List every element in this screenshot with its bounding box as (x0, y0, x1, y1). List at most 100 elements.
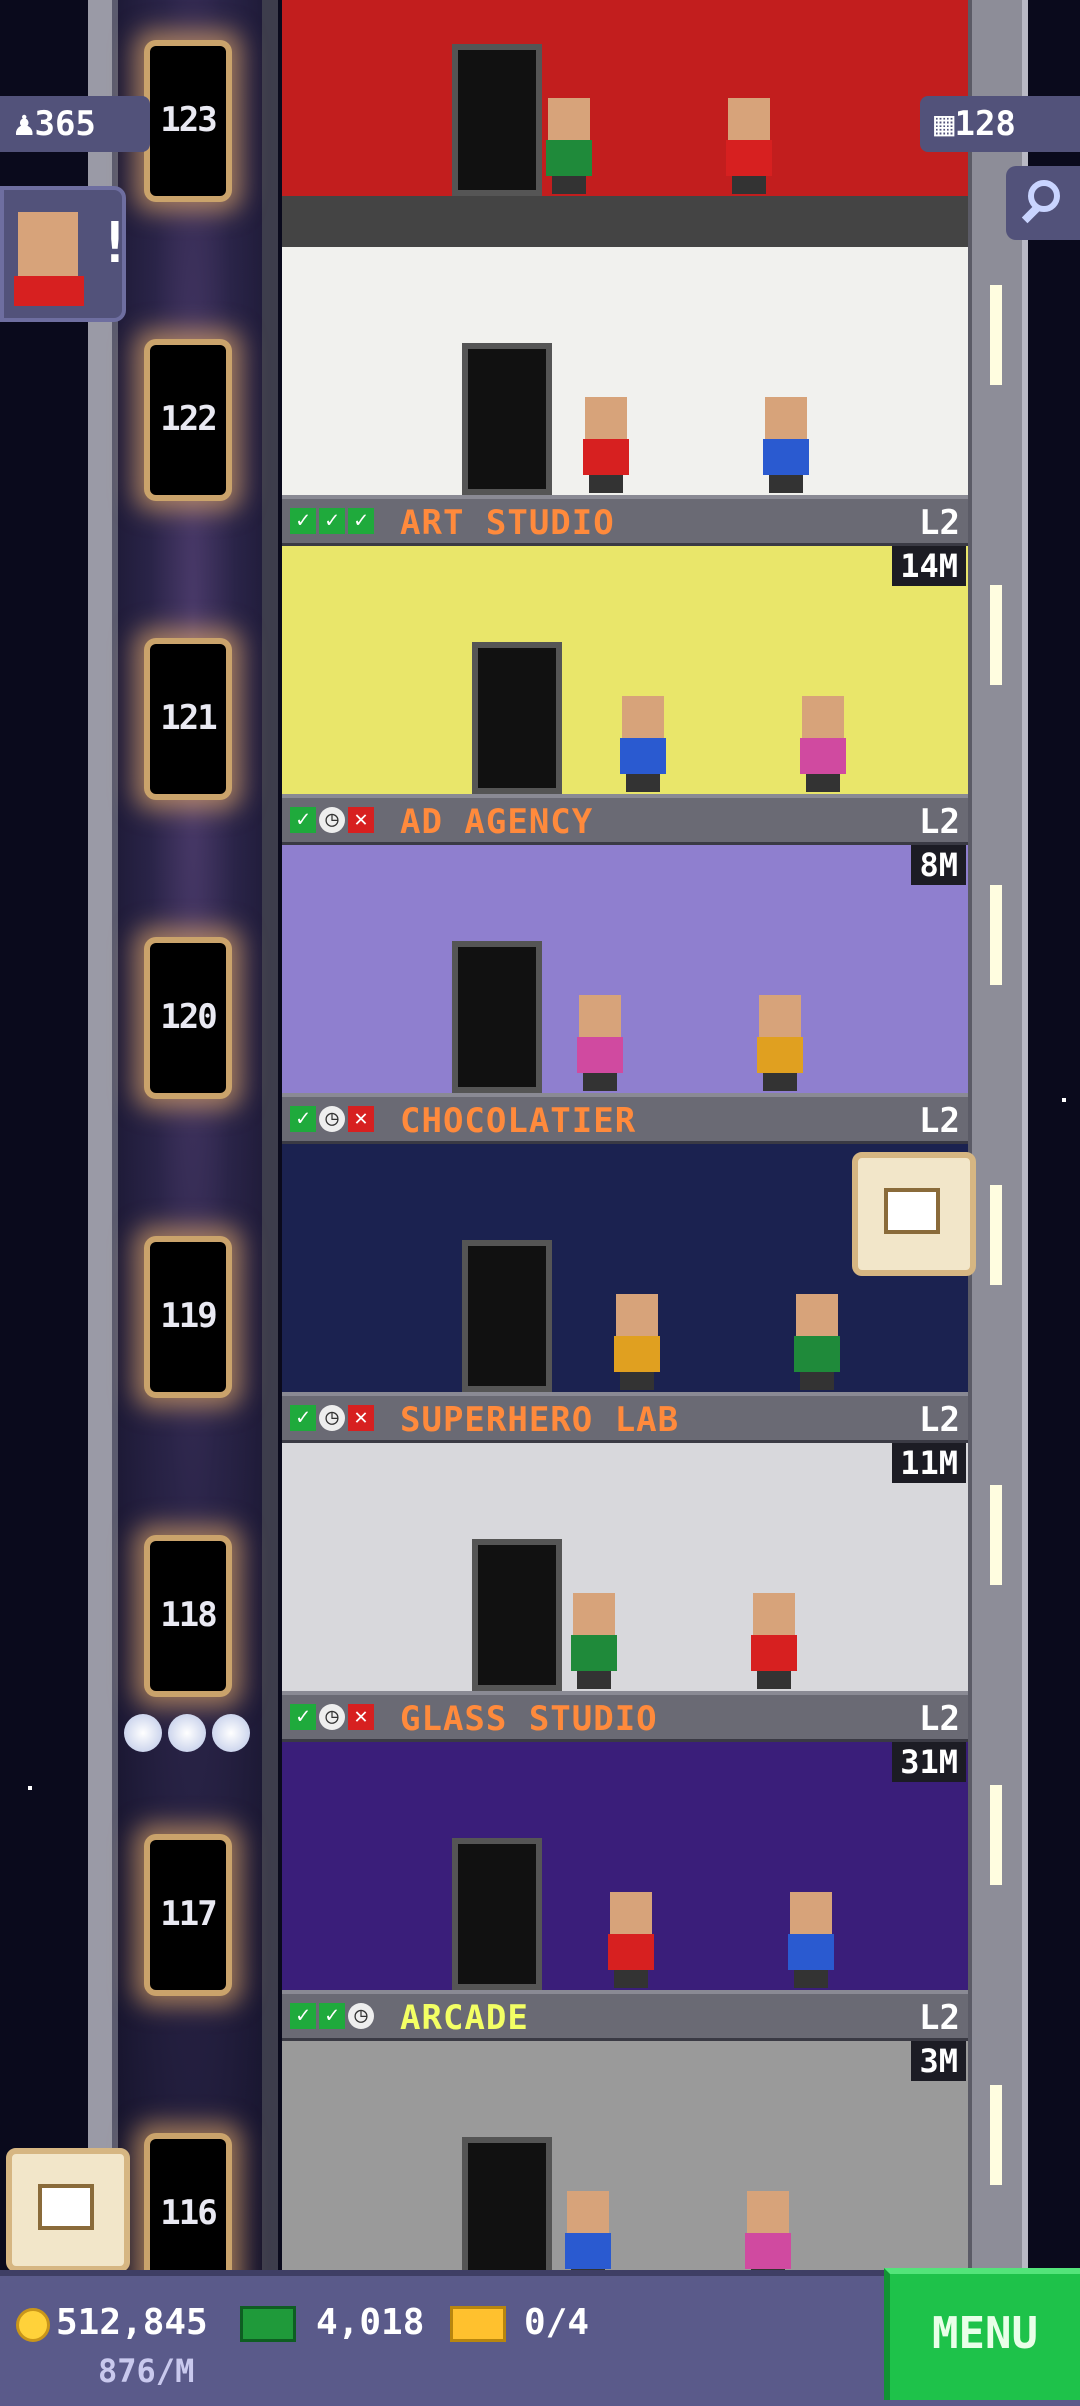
bitizen-legs (583, 1073, 617, 1091)
population-value: 365 (34, 104, 96, 144)
tower-light (990, 285, 1002, 385)
stock-status-indicators: ✓ ✓ ◷ (290, 2000, 374, 2032)
bux-icon[interactable] (240, 2306, 296, 2342)
floor-label-bar[interactable]: ✓ ◷ ✕ GLASS STUDIO L2 (282, 1691, 968, 1743)
elevator-floor-number: 120 (160, 997, 217, 1037)
magnifier-handle (1021, 204, 1041, 224)
floor-label-bar[interactable]: ✓ ◷ ✕ CHOCOLATIER L2 (282, 1093, 968, 1145)
bitizen-head (616, 1294, 658, 1336)
check-icon: ✓ (348, 508, 374, 534)
bitizen-head (747, 2191, 789, 2233)
floor-room[interactable] (282, 2041, 968, 2289)
build-crate-button[interactable] (6, 2148, 130, 2272)
floor[interactable] (282, 0, 968, 247)
bitizen-legs (589, 475, 623, 493)
check-icon: ✓ (290, 807, 316, 833)
bitizen[interactable] (567, 1593, 621, 1689)
bitizen[interactable] (579, 397, 633, 493)
coin-rate: 876/M (98, 2352, 195, 2390)
bitizen-body (757, 1037, 803, 1073)
floor-label-bar[interactable]: ✓ ✓ ✓ ART STUDIO L2 (282, 495, 968, 547)
bitizen[interactable] (753, 995, 807, 1091)
cross-icon: ✕ (348, 1405, 374, 1431)
bitizen[interactable] (573, 995, 627, 1091)
bitizen-body (614, 1336, 660, 1372)
floor-room[interactable] (282, 0, 968, 196)
floor[interactable]: ✓ ◷ ✕ CHOCOLATIER L2 8M (282, 845, 968, 1145)
star-icon (124, 1714, 162, 1752)
bitizen-legs (757, 1671, 791, 1689)
bitizen[interactable] (790, 1294, 844, 1390)
bitizen-body (745, 2233, 791, 2269)
floor[interactable]: ✓ ◷ ✕ AD AGENCY L2 14M (282, 546, 968, 846)
floor-room[interactable] (282, 1742, 968, 1990)
elevator-floor-number: 116 (160, 2193, 217, 2233)
star (28, 1786, 32, 1790)
floor-label-bar[interactable]: ✓ ◷ ✕ SUPERHERO LAB L2 (282, 1392, 968, 1444)
bitizen-body (577, 1037, 623, 1073)
bitizen-head (796, 1294, 838, 1336)
floor[interactable]: ✓ ✓ ◷ ARCADE L2 31M (282, 1742, 968, 2042)
bitizen-head (579, 995, 621, 1037)
person-icon: ♟ (14, 104, 35, 144)
floor-room[interactable] (282, 247, 968, 495)
floor-counter[interactable]: ▦128 (920, 96, 1080, 152)
bitizen-head (567, 2191, 609, 2233)
bitizen-body (794, 1336, 840, 1372)
bitizen-alert-button[interactable]: ! (0, 186, 132, 322)
population-counter[interactable]: ♟365 (0, 96, 150, 152)
bitizen[interactable] (796, 696, 850, 792)
floor-level: L2 (919, 1998, 960, 2038)
elevator-floor-number: 117 (160, 1894, 217, 1934)
bitizen[interactable] (542, 98, 596, 194)
floor-level: L2 (919, 503, 960, 543)
stock-status-indicators: ✓ ✓ ✓ (290, 505, 374, 537)
floor-room[interactable] (282, 845, 968, 1093)
room-doorway (462, 1240, 552, 1392)
check-icon: ✓ (319, 508, 345, 534)
ticket-icon[interactable] (450, 2306, 506, 2342)
bitizen-legs (626, 774, 660, 792)
stock-status-indicators: ✓◷✕ (290, 1103, 374, 1135)
avatar (18, 212, 78, 276)
bitizen[interactable] (604, 1892, 658, 1988)
bitizen[interactable] (616, 696, 670, 792)
check-icon: ✓ (290, 1106, 316, 1132)
bitizen[interactable] (784, 1892, 838, 1988)
bitizen-body (583, 439, 629, 475)
bitizen[interactable] (722, 98, 776, 194)
bitizen-legs (577, 1671, 611, 1689)
bitizen[interactable] (747, 1593, 801, 1689)
elevator-floor-number: 121 (160, 698, 217, 738)
floor-label-bar[interactable]: ✓ ◷ ✕ AD AGENCY L2 (282, 794, 968, 846)
check-icon: ✓ (290, 1704, 316, 1730)
bitizen-legs (620, 1372, 654, 1390)
menu-button[interactable]: MENU (884, 2268, 1080, 2400)
crate-icon (38, 2184, 94, 2230)
stock-status-indicators: ✓◷✕ (290, 804, 374, 836)
floor-name: GLASS STUDIO (400, 1699, 658, 1739)
floor[interactable]: ✓ ✓ ✓ ART STUDIO L2 (282, 247, 968, 547)
room-doorway (452, 941, 542, 1093)
bitizen-legs (732, 176, 766, 194)
floor[interactable]: ✓ ◷ ✕ GLASS STUDIO L2 11M (282, 1443, 968, 1743)
floor-room[interactable] (282, 546, 968, 794)
bitizen[interactable] (610, 1294, 664, 1390)
floor-label-bar[interactable]: ✓ ✓ ◷ ARCADE L2 (282, 1990, 968, 2042)
crate-icon (884, 1188, 940, 1234)
tickets-value: 0/4 (524, 2302, 590, 2343)
bitizen-legs (806, 774, 840, 792)
bitizen[interactable] (759, 397, 813, 493)
room-doorway (472, 642, 562, 794)
clock-icon: ◷ (319, 1405, 345, 1431)
floor-level: L2 (919, 1400, 960, 1440)
bitizen-head (802, 696, 844, 738)
floor-room[interactable] (282, 1443, 968, 1691)
check-icon: ✓ (290, 1405, 316, 1431)
search-button[interactable] (1006, 166, 1080, 240)
bitizen-legs (800, 1372, 834, 1390)
delivery-crate-button[interactable] (852, 1152, 976, 1276)
tower-light (990, 585, 1002, 685)
check-icon: ✓ (319, 2003, 345, 2029)
bitizen-head (548, 98, 590, 140)
